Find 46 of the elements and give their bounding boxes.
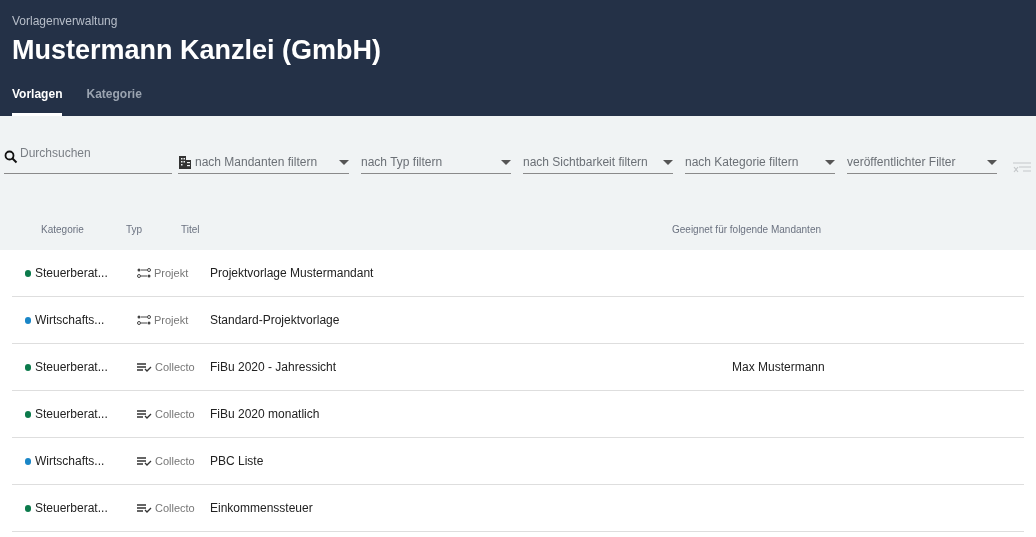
type-cell-text: Collecto xyxy=(155,406,195,422)
caret-icon xyxy=(825,159,835,165)
category-cell-text: Steuerberat... xyxy=(35,359,108,376)
workflow-icon xyxy=(137,315,151,325)
column-header: Kategorie xyxy=(41,223,84,235)
caret-icon xyxy=(663,159,673,165)
type-cell-text: Projekt xyxy=(154,312,189,328)
title-cell: FiBu 2020 monatlich xyxy=(210,407,320,421)
checklist-icon xyxy=(137,456,152,466)
caret-icon xyxy=(501,159,511,165)
search-icon xyxy=(4,150,18,164)
filter-dropdown[interactable]: nach Sichtbarkeit filtern xyxy=(523,151,673,174)
category-cell-text: Wirtschafts... xyxy=(35,453,105,470)
category-cell-text: Steuerberat... xyxy=(35,500,108,517)
category-cell-text: Steuerberat... xyxy=(35,406,108,423)
clear-filter-icon[interactable] xyxy=(1013,162,1031,174)
filter-dropdown[interactable]: nach Mandanten filtern xyxy=(178,151,349,174)
page-subtitle: Vorlagenverwaltung xyxy=(12,14,119,28)
filter-dropdown[interactable]: nach Typ filtern xyxy=(361,151,511,174)
caret-icon xyxy=(339,159,349,165)
caret-icon xyxy=(987,159,997,165)
page-title: Mustermann Kanzlei (GmbH) xyxy=(12,34,383,67)
category-cell-text: Steuerberat... xyxy=(35,265,108,282)
checklist-icon xyxy=(137,503,152,513)
type-cell-text: Collecto xyxy=(155,359,195,375)
tab[interactable]: Kategorie xyxy=(86,85,142,116)
search-field[interactable]: Durchsuchen xyxy=(20,144,160,162)
type-cell-text: Collecto xyxy=(155,453,195,469)
workflow-icon xyxy=(137,268,151,278)
category-cell-text: Wirtschafts... xyxy=(35,312,105,329)
title-cell: PBC Liste xyxy=(210,454,264,468)
type-cell-text: Projekt xyxy=(154,265,189,281)
title-cell: FiBu 2020 - Jahressicht xyxy=(210,360,337,374)
checklist-icon xyxy=(137,409,152,419)
clients-cell: Max Mustermann xyxy=(732,360,825,374)
checklist-icon xyxy=(137,362,152,372)
title-cell: Standard-Projektvorlage xyxy=(210,313,340,327)
title-cell: Einkommenssteuer xyxy=(210,501,313,515)
filter-dropdown[interactable]: nach Kategorie filtern xyxy=(685,151,835,174)
filter-dropdown[interactable]: veröffentlichter Filter xyxy=(847,151,997,174)
title-cell: Projektvorlage Mustermandant xyxy=(210,266,374,280)
column-header: Typ xyxy=(126,223,143,235)
column-header: Titel xyxy=(181,223,200,235)
type-cell-text: Collecto xyxy=(155,500,195,516)
building-icon xyxy=(178,155,192,169)
column-header: Geeignet für folgende Mandanten xyxy=(672,223,821,235)
